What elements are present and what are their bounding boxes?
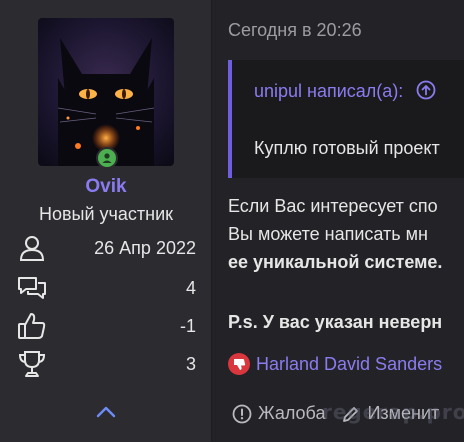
stat-value: 26 Апр 2022 <box>94 238 196 258</box>
quote-author-link[interactable]: unipul написал(а): <box>254 80 436 102</box>
quote-text: Куплю готовый проект <box>254 138 440 158</box>
stat-value: 4 <box>185 278 196 298</box>
reaction-user-link[interactable]: Harland David Sanders <box>256 354 442 375</box>
messages-icon <box>18 277 46 299</box>
report-label: Жалоба <box>258 403 326 423</box>
online-status-indicator <box>96 147 118 169</box>
alert-circle-icon <box>232 404 252 423</box>
stat-value: -1 <box>179 316 196 336</box>
stat-trophies: 3 <box>16 348 196 382</box>
stat-reactions: -1 <box>16 310 196 344</box>
user-title: Новый участник <box>38 204 174 224</box>
quote-author-label: unipul написал(а): <box>254 81 404 101</box>
post-body-line-4: P.s. У вас указан неверн <box>228 312 443 332</box>
post-body-line-3: ее уникальной системе. <box>228 252 443 272</box>
collapse-user-info-button[interactable] <box>94 402 118 422</box>
thumbs-down-icon <box>228 353 250 375</box>
username[interactable]: Ovik <box>0 176 212 198</box>
user-icon <box>19 236 45 261</box>
post-body-line-1: Если Вас интересует спо <box>228 196 438 216</box>
chevron-up-icon <box>96 406 116 418</box>
stat-value: 3 <box>185 354 196 374</box>
stat-registered: 26 Апр 2022 <box>16 232 196 266</box>
watermark: regerap.pro <box>322 400 464 424</box>
quote-block: unipul написал(а): Куплю готовый проект <box>228 60 464 178</box>
trophy-icon <box>18 351 46 377</box>
reaction-summary[interactable]: Harland David Sanders <box>228 352 442 376</box>
avatar[interactable] <box>38 18 174 166</box>
thumbs-up-icon <box>18 313 46 339</box>
report-button[interactable]: Жалоба <box>232 403 325 424</box>
post-date[interactable]: Сегодня в 20:26 <box>228 20 362 41</box>
post-body-line-2: Вы можете написать мн <box>228 224 428 244</box>
user-info-panel: Ovik Новый участник 26 Апр 2022 4 -1 3 <box>0 0 212 442</box>
stat-messages: 4 <box>16 272 196 306</box>
arrow-up-circle-icon[interactable] <box>416 80 436 100</box>
